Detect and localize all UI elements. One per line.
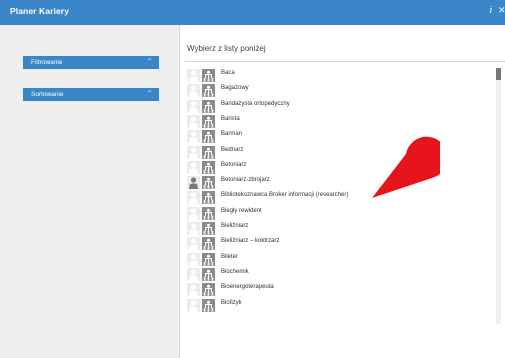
person-icon (187, 206, 200, 220)
job-list: Baca Bagażowy Bandażysta ortopedyczny Baris… (187, 68, 492, 328)
job-label: Biochemik (221, 268, 249, 275)
list-item[interactable]: Bieliźniarz (187, 221, 487, 235)
list-item[interactable]: Biofizyk (187, 298, 487, 312)
organization-icon (202, 114, 215, 128)
scrollbar[interactable] (496, 68, 501, 324)
list-item[interactable]: Bandażysta ortopedyczny (187, 99, 487, 113)
list-item[interactable]: Bagażowy (187, 83, 487, 98)
list-item[interactable]: Betoniarz (187, 160, 487, 174)
job-label: Bagażowy (221, 85, 249, 92)
list-item[interactable]: Bednarz (187, 145, 487, 159)
job-label: Bandażysta ortopedyczny (221, 100, 290, 107)
organization-icon (202, 176, 215, 190)
person-icon (187, 176, 200, 190)
map-pin-icon (372, 136, 440, 198)
job-label: Betoniarz-zbrojarz (221, 177, 270, 184)
job-label: Betoniarz (221, 161, 247, 168)
job-label: Barista (221, 115, 240, 122)
organization-icon (202, 99, 215, 113)
job-label: Biofizyk (221, 299, 242, 306)
organization-icon (202, 252, 215, 266)
person-icon (187, 99, 200, 113)
organization-icon (202, 237, 215, 251)
person-icon (187, 237, 200, 251)
info-icon[interactable]: i (487, 6, 495, 18)
list-item[interactable]: Biochemik (187, 267, 487, 281)
organization-icon (202, 191, 215, 205)
job-label: Baca (221, 70, 235, 76)
person-icon (187, 252, 200, 266)
job-label: Barman (221, 131, 243, 138)
filter-panel-label: Filtrowanie (31, 59, 63, 66)
person-icon (187, 283, 200, 297)
list-item[interactable]: Bibliotekoznawca Broker informacji (rese… (187, 190, 487, 205)
organization-icon (202, 206, 215, 220)
list-item[interactable]: Bieliźniarz – kołdrzarz (187, 236, 487, 251)
organization-icon (202, 222, 215, 235)
organization-icon (202, 283, 215, 297)
window-title: Planer Kariery (10, 6, 70, 16)
person-icon (187, 130, 200, 144)
person-icon (187, 114, 200, 128)
person-icon (187, 298, 200, 312)
job-label: Bioenergoterapeuta (221, 284, 274, 291)
person-icon (187, 84, 200, 98)
job-label: Bieliźniarz – kołdrzarz (221, 238, 280, 245)
organization-icon (202, 160, 215, 174)
job-label: Bibliotekoznawca Broker informacji (rese… (221, 192, 349, 199)
filter-panel-button[interactable]: Filtrowanie ⌃ (23, 56, 159, 69)
divider (185, 61, 505, 62)
job-label: Bieliźniarz (221, 223, 249, 229)
list-item[interactable]: Barista (187, 114, 487, 128)
person-icon (187, 191, 200, 205)
scrollbar-thumb[interactable] (496, 68, 501, 80)
organization-icon (202, 267, 215, 281)
list-item[interactable]: Betoniarz-zbrojarz (187, 175, 487, 190)
list-item[interactable]: Bioenergoterapeuta (187, 282, 487, 297)
organization-icon (202, 130, 215, 144)
list-item[interactable]: Bileter (187, 252, 487, 266)
close-icon[interactable]: ✕ (498, 5, 505, 17)
organization-icon (202, 69, 215, 82)
person-icon (187, 160, 200, 174)
list-item[interactable]: Baca (187, 68, 487, 82)
title-bar: Planer Kariery i ✕ (0, 0, 505, 25)
list-item[interactable]: Biegły rewident (187, 206, 487, 220)
person-icon (187, 267, 200, 281)
job-label: Bileter (221, 253, 239, 260)
sidebar: Filtrowanie ⌃ Sortowanie ⌃ (0, 25, 180, 358)
person-icon (187, 69, 200, 82)
job-label: Biegły rewident (221, 207, 262, 214)
organization-icon (202, 145, 215, 159)
list-item[interactable]: Barman (187, 129, 487, 144)
chevron-up-icon: ⌃ (146, 59, 152, 65)
chevron-up-icon: ⌃ (146, 91, 152, 97)
job-label: Bednarz (221, 146, 244, 153)
organization-icon (202, 298, 215, 312)
person-icon (187, 222, 200, 235)
person-icon (187, 145, 200, 159)
list-heading: Wybierz z listy poniżej (187, 44, 266, 53)
sort-panel-button[interactable]: Sortowanie ⌃ (23, 88, 159, 101)
sort-panel-label: Sortowanie (31, 91, 64, 98)
organization-icon (202, 84, 215, 98)
